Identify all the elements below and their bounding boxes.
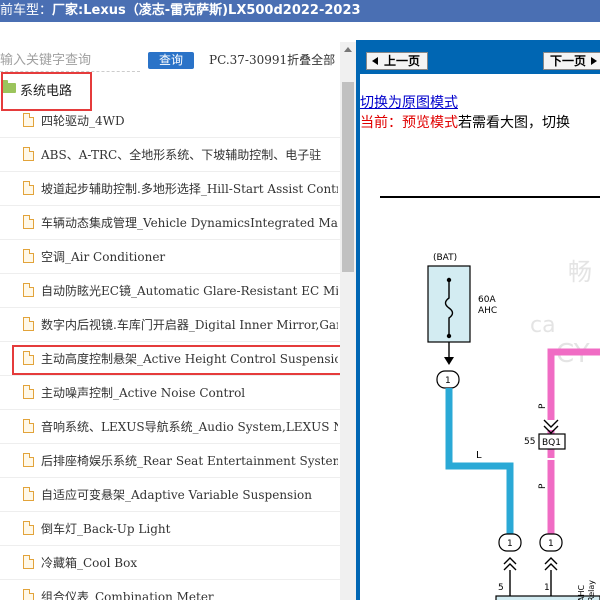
document-icon	[23, 385, 34, 399]
tree-item-label: 音响系统、LEXUS导航系统_Audio System,LEXUS Na	[41, 420, 338, 434]
fuse-bottom-terminal	[446, 333, 452, 339]
switch-original-mode-link[interactable]: 切换为原图模式	[360, 92, 458, 112]
diagram-top-rule	[380, 196, 600, 198]
connector-name: BQ1	[542, 438, 561, 448]
tree-item-label: 主动噪声控制_Active Noise Control	[41, 386, 246, 400]
tree-item[interactable]: 车辆动态集成管理_Vehicle DynamicsIntegrated Mana	[0, 206, 340, 240]
tree-item[interactable]: 自动防眩光EC镜_Automatic Glare-Resistant EC Mi…	[0, 274, 340, 308]
tree-item-label: 数字内后视镜.车库门开启器_Digital Inner Mirror,Gara	[41, 318, 338, 332]
tree-item-label: 自适应可变悬架_Adaptive Variable Suspension	[41, 488, 312, 502]
scroll-up-arrow-icon[interactable]	[340, 42, 356, 56]
tree-item-label: 自动防眩光EC镜_Automatic Glare-Resistant EC Mi…	[41, 284, 338, 298]
title-bar: 前车型：厂家:Lexus（凌志-雷克萨斯)LX500d2022-2023	[0, 0, 600, 22]
tree-view: 系统电路 四轮驱动_4WD ABS、A-TRC、全地形系统、下坡辅助控制、电子驻坡…	[0, 72, 342, 600]
tree-item[interactable]: 组合仪表_Combination Meter	[0, 580, 340, 600]
tree-item-label: 冷藏箱_Cool Box	[41, 556, 138, 570]
chevron-up-icon-right	[544, 557, 558, 571]
document-icon	[23, 453, 34, 467]
tree-item[interactable]: 冷藏箱_Cool Box	[0, 546, 340, 580]
watermark-text-2: ca	[530, 313, 556, 338]
title-prefix: 前车型：	[0, 3, 53, 18]
document-icon	[23, 555, 34, 569]
wire-l-blue	[445, 388, 514, 540]
tree-item-label: 组合仪表_Combination Meter	[41, 590, 214, 600]
search-row: 查询 PC.37-30991折叠全部	[0, 50, 340, 72]
pin-1-label-left: 1	[507, 539, 513, 549]
wire-p-label-lower: P	[538, 483, 548, 489]
arrow-down-icon	[444, 357, 454, 365]
document-icon	[23, 113, 34, 127]
prev-page-button[interactable]: 上一页	[366, 52, 428, 70]
prev-page-label: 上一页	[383, 54, 420, 68]
triangle-right-icon	[591, 57, 597, 65]
watermark-text-1: 畅	[568, 258, 592, 286]
document-icon	[23, 249, 34, 263]
pin-1-label-right: 1	[548, 539, 554, 549]
tree-item[interactable]: ABS、A-TRC、全地形系统、下坡辅助控制、电子驻	[0, 138, 340, 172]
relay-pin-5: 5	[498, 583, 504, 593]
document-icon	[23, 215, 34, 229]
fuse-name-label: AHC	[478, 306, 497, 316]
tree-item[interactable]: 数字内后视镜.车库门开启器_Digital Inner Mirror,Gara	[0, 308, 340, 342]
tree-item[interactable]: 空调_Air Conditioner	[0, 240, 340, 274]
search-button[interactable]: 查询	[148, 52, 194, 69]
document-icon	[23, 487, 34, 501]
document-icon	[23, 589, 34, 600]
tree-item-label: 四轮驱动_4WD	[41, 114, 125, 128]
tree-item-label: 空调_Air Conditioner	[41, 250, 166, 264]
tree-item[interactable]: 自适应可变悬架_Adaptive Variable Suspension	[0, 478, 340, 512]
wiring-diagram[interactable]: 畅 ca CY (BAT) 60A AHC 1 L P P 55 BQ1 1 1	[360, 140, 600, 600]
relay-pin-1: 1	[544, 583, 550, 593]
document-icon	[23, 181, 34, 195]
viewer-nav-bar: 上一页 下一页	[360, 40, 600, 74]
wire-l-label: L	[476, 450, 482, 461]
scroll-thumb[interactable]	[342, 82, 354, 272]
document-icon	[23, 419, 34, 433]
fuse-top-terminal	[446, 277, 452, 283]
tree-item-label: 倒车灯_Back-Up Light	[41, 522, 171, 536]
tree-item-list: 四轮驱动_4WD ABS、A-TRC、全地形系统、下坡辅助控制、电子驻坡道起步辅助…	[0, 104, 342, 600]
fuse-amp-label: 60A	[478, 295, 496, 305]
tree-item[interactable]: 主动高度控制悬架_Active Height Control Suspensio…	[0, 342, 342, 376]
highlight-box-selected	[12, 345, 342, 375]
relay-label-2: Relay	[587, 580, 596, 600]
tree-item-label: 坡道起步辅助控制.多地形选择_Hill-Start Assist Contr	[41, 182, 338, 196]
scrollbar[interactable]	[340, 42, 356, 600]
document-icon	[23, 283, 34, 297]
mode-status-line: 当前：预览模式若需看大图，切换	[360, 112, 570, 132]
tree-item[interactable]: 主动噪声控制_Active Noise Control	[0, 376, 340, 410]
next-page-label: 下一页	[549, 54, 586, 68]
wire-p-label-upper: P	[538, 403, 548, 409]
left-panel: 查询 PC.37-30991折叠全部 系统电路 四轮驱动_4WD ABS、A-TR…	[0, 22, 356, 600]
tree-item-label: 后排座椅娱乐系统_Rear Seat Entertainment System	[41, 454, 338, 468]
tree-item[interactable]: 坡道起步辅助控制.多地形选择_Hill-Start Assist Contr	[0, 172, 340, 206]
triangle-left-icon	[372, 57, 378, 65]
tree-item[interactable]: 后排座椅娱乐系统_Rear Seat Entertainment System	[0, 444, 340, 478]
vehicle-title: 厂家:Lexus（凌志-雷克萨斯)LX500d2022-2023	[52, 3, 361, 18]
tree-item[interactable]: 四轮驱动_4WD	[0, 104, 340, 138]
relay-label-1: AHC	[577, 585, 586, 600]
search-input[interactable]	[0, 50, 140, 72]
tree-item-label: 车辆动态集成管理_Vehicle DynamicsIntegrated Mana	[41, 216, 338, 230]
document-icon	[23, 317, 34, 331]
collapse-all-link[interactable]: PC.37-30991折叠全部	[209, 50, 335, 70]
pin-1-label-top: 1	[445, 376, 451, 386]
chevron-up-icon-left	[503, 557, 517, 571]
document-icon	[23, 147, 34, 161]
document-icon	[23, 521, 34, 535]
connector-number: 55	[524, 437, 535, 447]
tree-item-label: ABS、A-TRC、全地形系统、下坡辅助控制、电子驻	[41, 148, 322, 162]
tree-root-node[interactable]: 系统电路	[0, 72, 340, 111]
tree-item[interactable]: 倒车灯_Back-Up Light	[0, 512, 340, 546]
next-page-button[interactable]: 下一页	[543, 52, 600, 70]
mode-tail: 若需看大图，切换	[458, 115, 570, 131]
mode-name: 预览模式	[402, 115, 458, 131]
mode-prefix: 当前：	[360, 115, 402, 131]
viewer-panel: 上一页 下一页 切换为原图模式 当前：预览模式若需看大图，切换 畅 ca CY …	[360, 40, 600, 600]
tree-item[interactable]: 音响系统、LEXUS导航系统_Audio System,LEXUS Na	[0, 410, 340, 444]
bat-label: (BAT)	[433, 253, 457, 263]
